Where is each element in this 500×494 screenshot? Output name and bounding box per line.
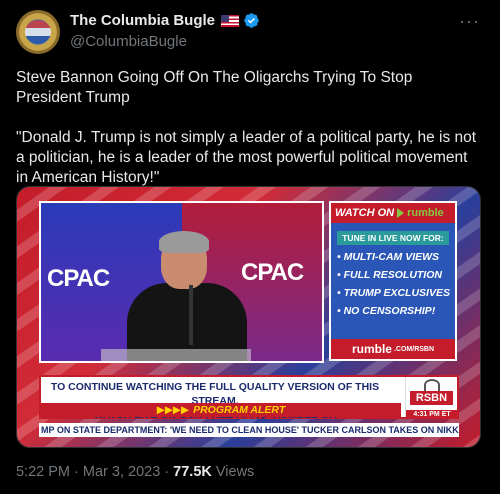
cpac-logo-right: CPAC	[241, 259, 304, 286]
rumble-url-main: rumble	[351, 342, 392, 356]
rumble-url-sub: .COM/RSBN	[393, 345, 435, 353]
speaker-figure	[127, 231, 247, 361]
rsbn-logo-box: RSBN 4:31 PM ET	[405, 377, 458, 419]
verified-badge-icon	[244, 13, 259, 28]
rumble-url: rumble .COM/RSBN	[331, 339, 455, 359]
satellite-dish-icon	[424, 379, 440, 391]
watch-on-label: WATCH ON	[335, 207, 395, 219]
name-row: The Columbia Bugle	[70, 12, 260, 29]
news-ticker: MP ON STATE DEPARTMENT: 'WE NEED TO CLEA…	[39, 423, 459, 437]
promo-item: • MULTI-CAM VIEWS	[337, 251, 440, 263]
video-stage: CPAC CPAC	[39, 201, 324, 363]
more-options-icon[interactable]: ···	[459, 12, 480, 30]
tweet-meta: 5:22 PM · Mar 3, 2023 · 77.5K Views	[16, 464, 254, 480]
video-media[interactable]: CPAC CPAC WATCH ON rumble TUNE IN LIVE N…	[16, 186, 481, 448]
rumble-label: rumble	[407, 207, 444, 219]
program-alert: ▶▶▶▶ PROGRAM ALERT	[41, 403, 401, 417]
us-flag-icon	[221, 14, 240, 27]
timestamp[interactable]: 5:22 PM · Mar 3, 2023 ·	[16, 464, 173, 480]
alert-arrows: ▶▶▶▶	[156, 404, 190, 416]
promo-item: • FULL RESOLUTION	[337, 269, 442, 281]
rumble-play-icon	[397, 208, 405, 218]
views-label: Views	[211, 464, 255, 480]
cpac-logo-left: CPAC	[47, 265, 110, 292]
tune-in-label: TUNE IN LIVE NOW FOR:	[337, 231, 449, 245]
avatar[interactable]	[16, 10, 60, 54]
rsbn-logo: RSBN	[410, 391, 453, 405]
rsbn-time: 4:31 PM ET	[406, 410, 458, 419]
promo-item: • NO CENSORSHIP!	[337, 305, 436, 317]
tweet-header: The Columbia Bugle @ColumbiaBugle ···	[16, 10, 484, 56]
tweet-text-line1: Steve Bannon Going Off On The Oligarchs …	[16, 69, 413, 106]
rumble-promo-panel: WATCH ON rumble TUNE IN LIVE NOW FOR: • …	[329, 201, 457, 361]
display-name[interactable]: The Columbia Bugle	[70, 12, 215, 29]
promo-item: • TRUMP EXCLUSIVES	[337, 287, 450, 299]
alert-label: PROGRAM ALERT	[193, 404, 286, 416]
watch-on-rumble: WATCH ON rumble	[331, 203, 455, 223]
handle[interactable]: @ColumbiaBugle	[70, 33, 187, 50]
views-count[interactable]: 77.5K	[173, 464, 212, 480]
stream-banner: TO CONTINUE WATCHING THE FULL QUALITY VE…	[39, 375, 459, 435]
tweet-text-line2: "Donald J. Trump is not simply a leader …	[16, 129, 477, 186]
